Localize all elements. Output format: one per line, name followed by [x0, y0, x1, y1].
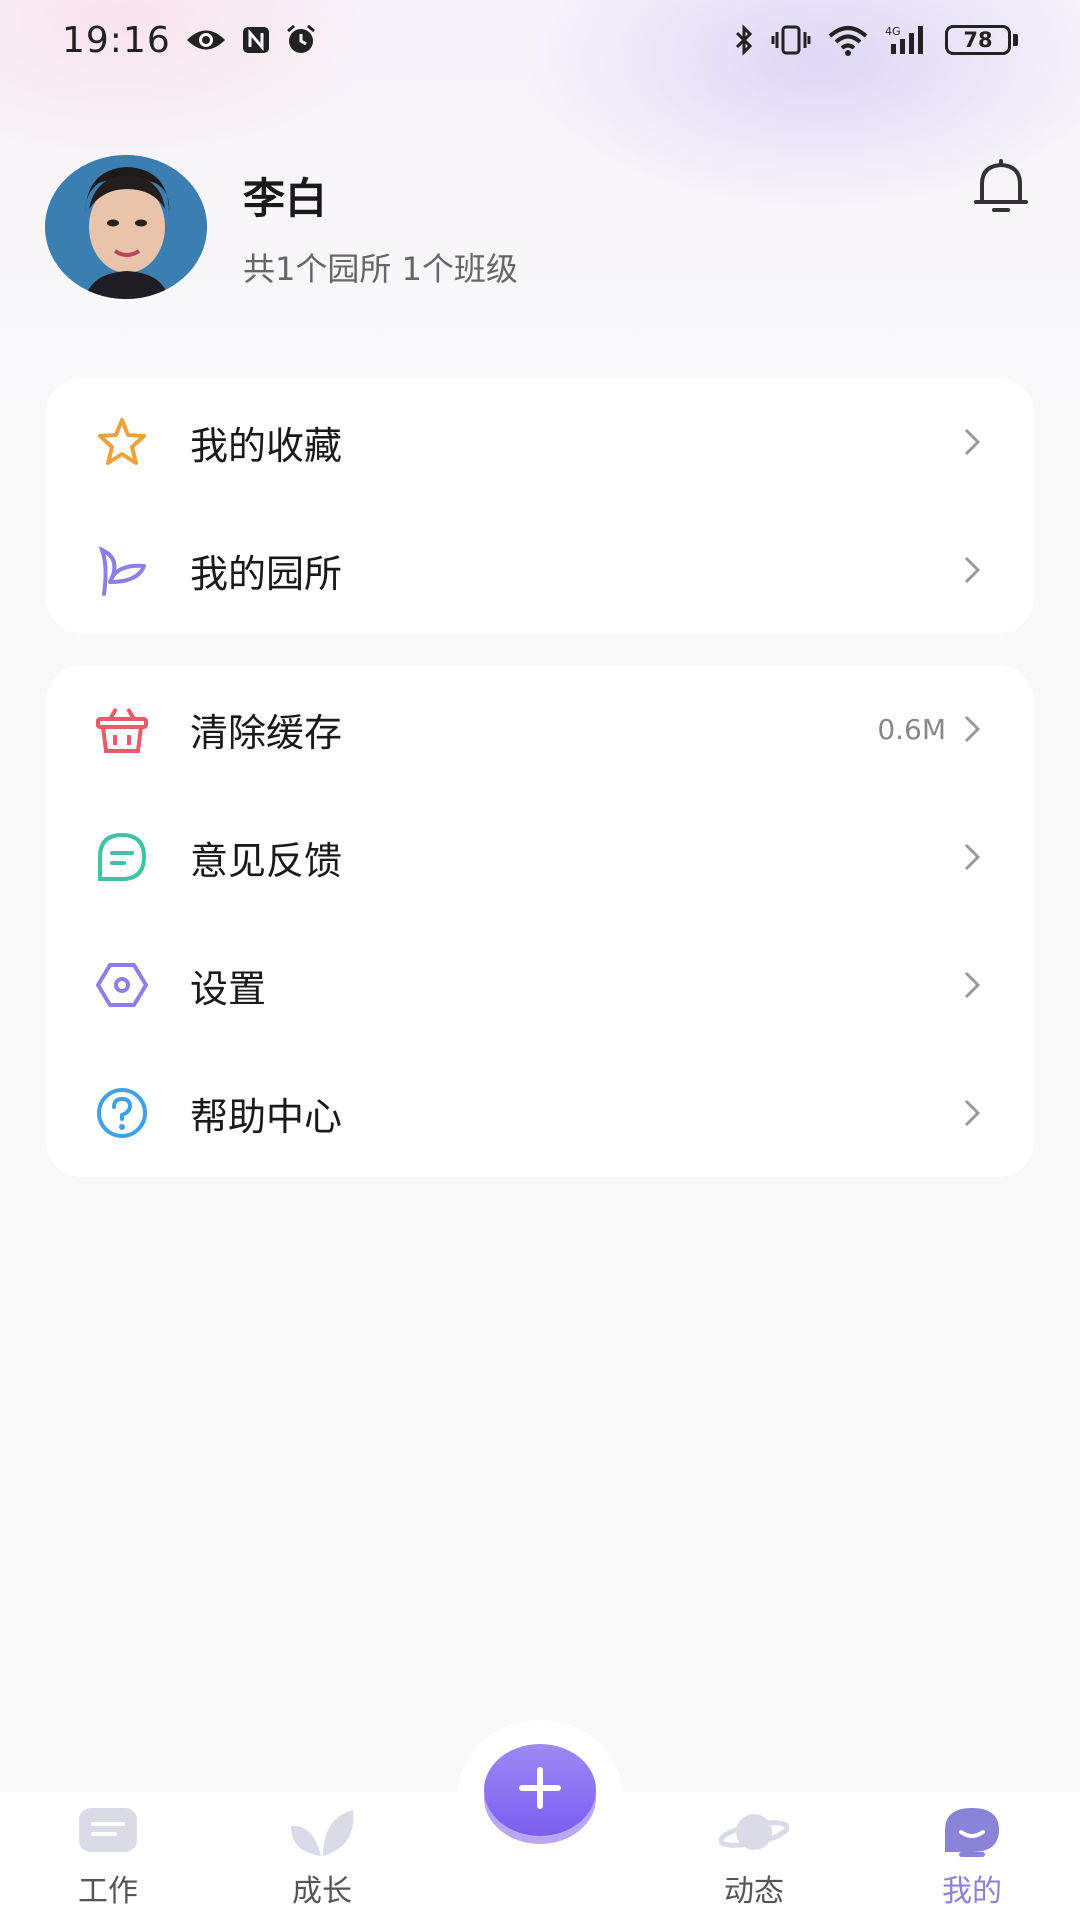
menu-item-feedback[interactable]: 意见反馈	[46, 793, 1034, 921]
chevron-right-icon	[958, 1095, 986, 1131]
work-icon	[73, 1804, 143, 1860]
battery-level: 78	[945, 25, 1011, 55]
profile-header[interactable]: 李白 共1个园所 1个班级	[45, 155, 518, 299]
profile-subtitle: 共1个园所 1个班级	[243, 249, 518, 288]
leaf-icon	[287, 1804, 357, 1860]
wifi-icon	[827, 24, 869, 56]
me-icon	[937, 1804, 1007, 1860]
menu-item-label: 帮助中心	[190, 1094, 343, 1139]
menu-item-label: 我的收藏	[190, 423, 343, 468]
message-icon	[94, 829, 150, 885]
tab-moments[interactable]: 动态	[684, 1804, 824, 1914]
alarm-icon	[285, 24, 317, 56]
bluetooth-icon	[733, 24, 755, 56]
menu-item-label: 清除缓存	[190, 710, 343, 755]
menu-item-label: 设置	[190, 966, 267, 1011]
profile-name: 李白	[243, 173, 328, 223]
menu-card-primary: 我的收藏 我的园所	[46, 378, 1034, 634]
settings-icon	[94, 957, 150, 1013]
menu-item-settings[interactable]: 设置	[46, 921, 1034, 1049]
menu-item-label: 意见反馈	[190, 838, 343, 883]
svg-text:4G: 4G	[885, 25, 901, 38]
add-button[interactable]	[484, 1744, 596, 1836]
plus-icon	[518, 1766, 562, 1814]
status-time: 19:16	[62, 19, 171, 61]
tab-label: 工作	[78, 1874, 138, 1909]
nfc-icon	[241, 25, 271, 55]
tab-label: 我的	[942, 1874, 1002, 1909]
planet-icon	[719, 1804, 789, 1860]
signal-icon: 4G	[885, 24, 929, 56]
eye-icon	[185, 25, 227, 55]
bell-icon[interactable]	[970, 156, 1032, 218]
menu-item-clear-cache[interactable]: 清除缓存 0.6M	[46, 665, 1034, 793]
avatar[interactable]	[45, 155, 207, 299]
vibrate-icon	[771, 24, 811, 56]
tab-label: 动态	[724, 1874, 784, 1909]
tab-label: 成长	[292, 1874, 352, 1909]
menu-item-my-kindergarten[interactable]: 我的园所	[46, 506, 1034, 634]
menu-item-help-center[interactable]: 帮助中心	[46, 1049, 1034, 1177]
star-icon	[94, 414, 150, 470]
tab-work[interactable]: 工作	[38, 1804, 178, 1914]
menu-item-favorites[interactable]: 我的收藏	[46, 378, 1034, 506]
battery-indicator: 78	[945, 25, 1018, 55]
menu-item-label: 我的园所	[190, 551, 343, 596]
basket-icon	[94, 701, 150, 757]
chevron-right-icon	[958, 967, 986, 1003]
chevron-right-icon	[958, 711, 986, 747]
cache-size: 0.6M	[877, 712, 946, 746]
tab-growth[interactable]: 成长	[252, 1804, 392, 1914]
chevron-right-icon	[958, 552, 986, 588]
status-bar: 19:16 4G 78	[0, 0, 1080, 80]
tab-me[interactable]: 我的	[902, 1804, 1042, 1914]
sprout-icon	[94, 542, 150, 598]
chevron-right-icon	[958, 839, 986, 875]
help-icon	[94, 1085, 150, 1141]
menu-card-secondary: 清除缓存 0.6M 意见反馈 设置 帮助中心	[46, 665, 1034, 1177]
chevron-right-icon	[958, 424, 986, 460]
